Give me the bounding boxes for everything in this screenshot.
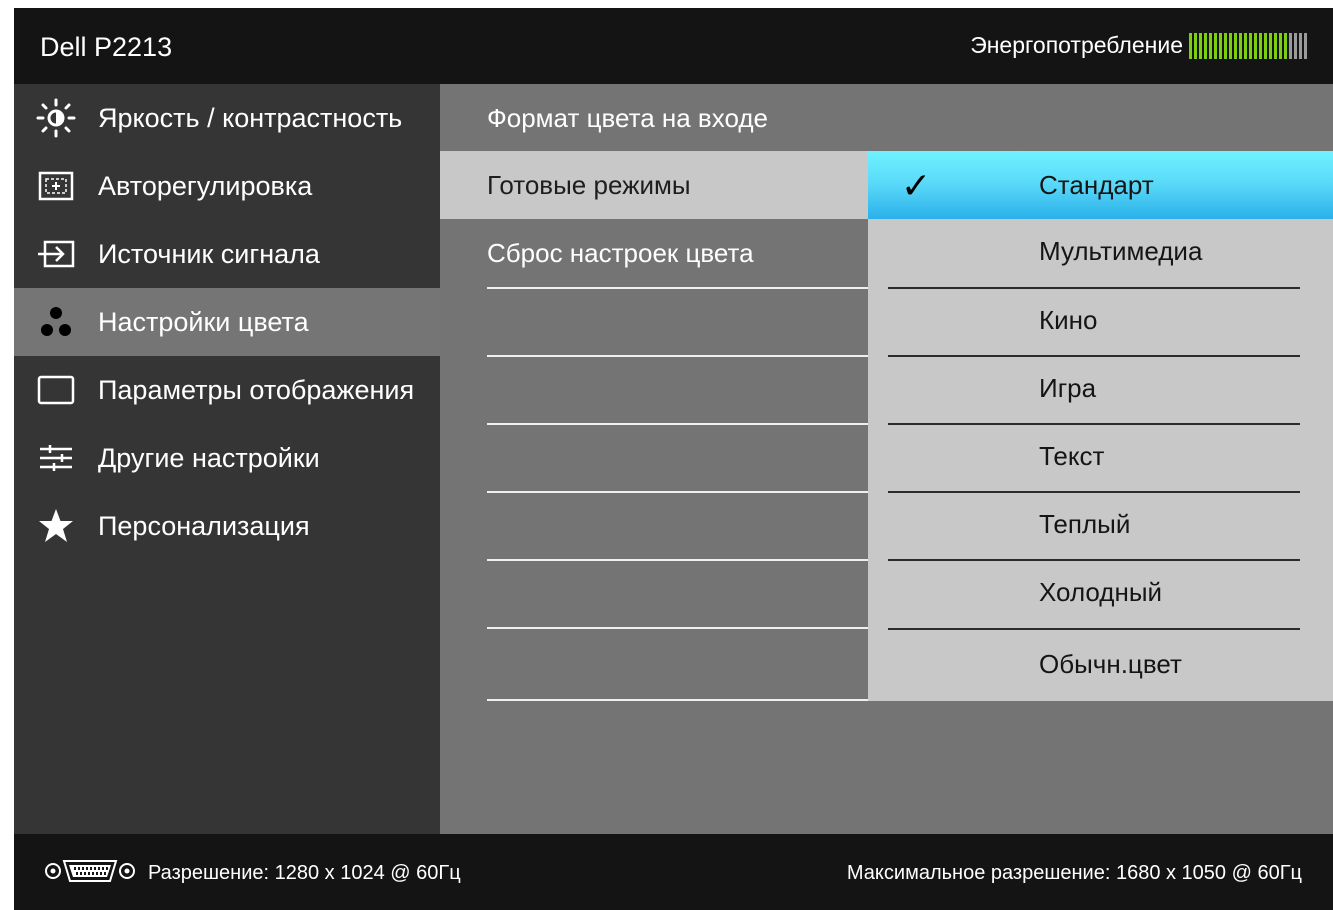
energy-bar-segment [1299,32,1302,59]
energy-bar-segment [1189,32,1192,59]
color-settings-submenu: Формат цвета на входе Готовые режимы Сбр… [440,84,868,834]
divider [487,355,868,357]
osd-footer: Разрешение: 1280 x 1024 @ 60Гц Максималь… [14,834,1333,910]
energy-level-bars [1189,32,1309,59]
energy-bar-segment [1234,32,1237,59]
submenu-item-label: Сброс настроек цвета [487,238,754,268]
energy-bar-segment [1284,32,1287,59]
divider [888,423,1300,425]
energy-bar-segment [1304,32,1307,59]
preset-option-text[interactable]: Текст [868,422,1333,490]
preset-option-movie[interactable]: Кино [868,286,1333,354]
monitor-model: Dell P2213 [40,32,173,62]
preset-option-custom-color[interactable]: Обычн.цвет [868,630,1333,698]
checkmark-icon: ✓ [901,165,932,206]
submenu-item-input-color-format[interactable]: Формат цвета на входе [440,84,868,152]
divider [888,559,1300,561]
energy-bar-segment [1269,32,1272,59]
divider [487,287,868,289]
brightness-icon [36,98,76,138]
preset-option-label: Игра [1039,373,1097,403]
energy-bar-segment [1214,32,1217,59]
energy-bar-segment [1264,32,1267,59]
divider [888,491,1300,493]
preset-option-game[interactable]: Игра [868,354,1333,422]
preset-option-standard[interactable]: ✓ Стандарт [868,151,1333,219]
divider [487,699,868,701]
preset-option-label: Теплый [1039,509,1131,539]
energy-bar-segment [1254,32,1257,59]
energy-bar-segment [1224,32,1227,59]
energy-bar-segment [1194,32,1197,59]
osd-header: Dell P2213 Энергопотребление [14,8,1333,84]
energy-bar-segment [1209,32,1212,59]
preset-option-warm[interactable]: Теплый [868,490,1333,558]
divider [888,628,1300,630]
energy-bar-segment [1289,32,1292,59]
preset-option-label: Текст [1039,441,1105,471]
submenu-item-label: Формат цвета на входе [487,103,768,133]
menu-item-personalize[interactable]: Персонализация [14,492,440,560]
energy-bar-segment [1229,32,1232,59]
divider [487,423,868,425]
menu-item-auto-adjust[interactable]: Авторегулировка [14,152,440,220]
energy-bar-segment [1279,32,1282,59]
submenu-item-preset-modes[interactable]: Готовые режимы [440,151,868,219]
energy-meter: Энергопотребление [970,32,1309,59]
energy-bar-segment [1249,32,1252,59]
preset-option-label: Мультимедиа [1039,236,1203,266]
preset-option-label: Кино [1039,305,1098,335]
energy-bar-segment [1239,32,1242,59]
max-resolution: Максимальное разрешение: 1680 x 1050 @ 6… [846,862,1302,884]
divider [888,287,1300,289]
menu-item-color-settings[interactable]: Настройки цвета [14,288,440,356]
divider [487,491,868,493]
menu-item-other-settings[interactable]: Другие настройки [14,424,440,492]
divider [487,559,868,561]
menu-item-label: Источник сигнала [98,238,320,269]
submenu-item-label: Готовые режимы [487,170,691,200]
energy-bar-segment [1274,32,1277,59]
monitor-osd: Dell P2213 Энергопотребление Яркость / к… [14,8,1333,910]
star-icon [36,508,76,544]
menu-item-label: Яркость / контрастность [98,102,403,133]
divider [888,355,1300,357]
energy-bar-segment [1259,32,1262,59]
preset-option-multimedia[interactable]: Мультимедиа [868,217,1333,285]
preset-option-cool[interactable]: Холодный [868,558,1333,626]
energy-label: Энергопотребление [970,32,1183,58]
other-settings-icon [36,440,76,476]
preset-option-label: Обычн.цвет [1039,649,1182,679]
energy-bar-segment [1294,32,1297,59]
menu-item-label: Персонализация [98,510,310,541]
display-settings-icon [36,372,76,408]
energy-bar-segment [1199,32,1202,59]
current-resolution: Разрешение: 1280 x 1024 @ 60Гц [148,862,461,884]
preset-option-label: Холодный [1039,577,1163,607]
energy-bar-segment [1204,32,1207,59]
menu-item-label: Другие настройки [98,442,320,473]
input-source-icon [36,236,76,272]
menu-item-label: Авторегулировка [98,170,313,201]
vga-connector-icon [44,858,136,890]
auto-adjust-icon [36,168,76,204]
preset-option-label: Стандарт [1039,170,1154,200]
menu-item-input-source[interactable]: Источник сигнала [14,220,440,288]
menu-item-label: Параметры отображения [98,374,415,405]
divider [487,627,868,629]
preset-modes-panel: ✓ Стандарт Мультимедиа Кино Игра Текст Т… [868,84,1333,834]
energy-bar-segment [1244,32,1247,59]
submenu-item-reset-color[interactable]: Сброс настроек цвета [440,219,868,287]
menu-item-label: Настройки цвета [98,306,309,337]
color-settings-icon [36,304,76,340]
preset-modes-list: ✓ Стандарт Мультимедиа Кино Игра Текст Т… [868,151,1333,701]
energy-bar-segment [1219,32,1222,59]
menu-item-display-settings[interactable]: Параметры отображения [14,356,440,424]
main-menu: Яркость / контрастность Авторегулировка [14,84,440,834]
menu-item-brightness-contrast[interactable]: Яркость / контрастность [14,84,440,152]
